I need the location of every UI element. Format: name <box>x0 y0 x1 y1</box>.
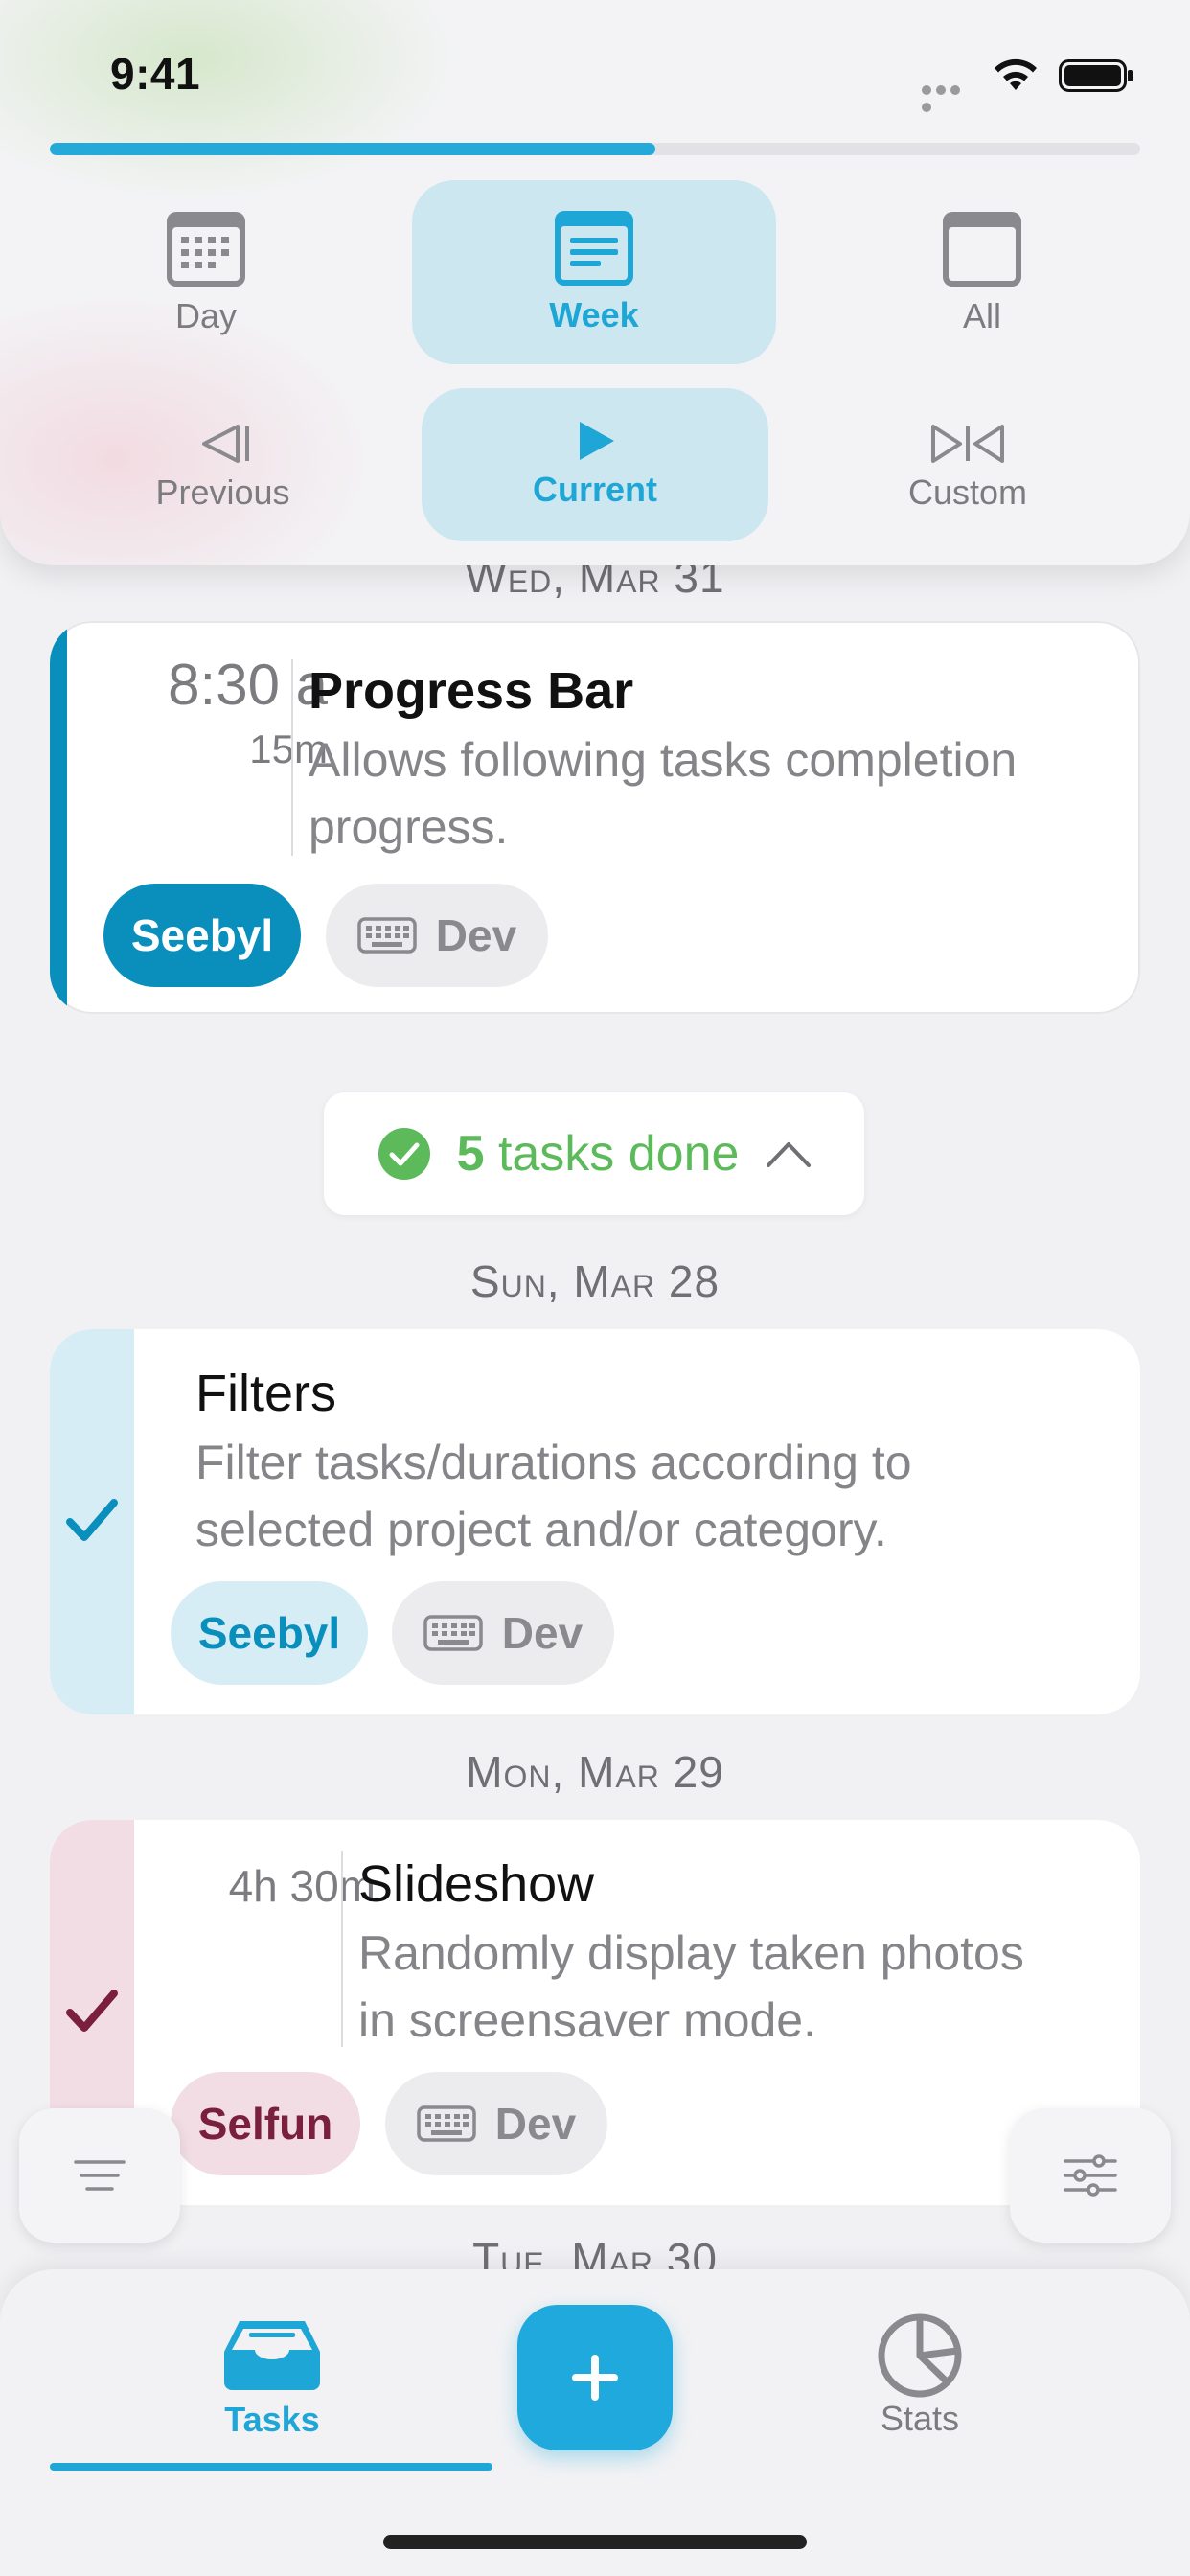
sort-lines-icon <box>74 2160 126 2191</box>
period-previous-label: Previous <box>155 472 290 512</box>
check-circle-icon <box>378 1128 430 1180</box>
week-progress-fill <box>50 143 655 155</box>
battery-icon <box>1059 59 1133 92</box>
signal-dots-icon <box>922 82 977 112</box>
home-indicator <box>383 2535 807 2549</box>
calendar-grid-icon <box>167 212 245 287</box>
project-tag[interactable]: Seebyl <box>103 884 301 987</box>
task-description-line: in screensaver mode. <box>358 1993 817 2047</box>
task-title: Filters <box>195 1365 336 1422</box>
calendar-empty-icon <box>943 212 1021 287</box>
tab-stats[interactable]: Stats <box>839 2312 1000 2439</box>
task-description-line: Filter tasks/durations according to <box>195 1436 912 1489</box>
task-card[interactable]: 4h 30m Slideshow Randomly display taken … <box>50 1820 1140 2205</box>
keyboard-icon <box>417 2105 476 2142</box>
task-description-line: progress. <box>309 800 509 854</box>
category-tag[interactable]: Dev <box>392 1581 614 1685</box>
category-label: Dev <box>435 910 517 960</box>
previous-icon <box>201 424 249 463</box>
period-custom-label: Custom <box>907 472 1028 512</box>
category-label: Dev <box>501 1608 584 1658</box>
tab-tasks[interactable]: Tasks <box>192 2319 353 2440</box>
tab-active-indicator <box>50 2463 492 2471</box>
period-custom-button[interactable]: Custom <box>867 393 1068 541</box>
checkmark-icon <box>66 1499 118 1541</box>
task-title: Progress Bar <box>309 662 634 720</box>
play-icon <box>580 422 614 460</box>
project-tag[interactable]: Selfun <box>171 2072 360 2175</box>
scope-all-label: All <box>962 296 1001 335</box>
scope-day-button[interactable]: Day <box>105 182 307 364</box>
keyboard-icon <box>423 1615 483 1651</box>
done-count: 5 <box>456 1126 485 1182</box>
status-time: 9:41 <box>110 49 201 99</box>
task-description-line: selected project and/or category. <box>195 1503 887 1556</box>
task-description: Filter tasks/durations according to sele… <box>195 1429 912 1563</box>
task-start-time: 8:30 a <box>168 653 328 717</box>
date-header: Sun, Mar 28 <box>469 1256 721 1306</box>
tasks-done-toggle[interactable]: 5 tasks done <box>324 1092 864 1215</box>
divider <box>341 1851 343 2047</box>
task-duration: 15m <box>249 726 328 771</box>
project-color-strip <box>50 621 67 1014</box>
plus-icon <box>572 2355 618 2401</box>
scope-all-button[interactable]: All <box>881 182 1083 364</box>
category-label: Dev <box>494 2099 577 2149</box>
sliders-icon <box>1064 2154 1117 2196</box>
checkmark-icon <box>66 1990 118 2032</box>
range-header: 9:41 Day Week All Previous Current Custo… <box>0 0 1190 565</box>
custom-range-icon <box>931 424 1004 463</box>
task-title: Slideshow <box>358 1855 595 1913</box>
scope-day-label: Day <box>174 296 238 335</box>
calendar-week-icon <box>555 211 633 286</box>
scope-week-label: Week <box>549 295 639 334</box>
sort-button[interactable] <box>19 2108 180 2242</box>
add-task-button[interactable] <box>517 2305 673 2450</box>
category-tag[interactable]: Dev <box>385 2072 607 2175</box>
inbox-tray-icon <box>224 2321 320 2390</box>
date-header: Mon, Mar 29 <box>466 1747 724 1797</box>
period-current-button[interactable]: Current <box>422 388 768 541</box>
wifi-icon <box>995 58 1037 90</box>
keyboard-icon <box>357 917 417 954</box>
task-description-line: Allows following tasks completion <box>309 733 1018 787</box>
filter-button[interactable] <box>1010 2108 1171 2242</box>
background-glow <box>0 0 460 201</box>
done-text: tasks done <box>497 1126 740 1182</box>
done-strip[interactable] <box>50 1329 134 1714</box>
task-description-line: Randomly display taken photos <box>358 1926 1024 1980</box>
tab-tasks-label: Tasks <box>224 2400 320 2439</box>
divider <box>291 659 293 856</box>
week-progress-bar <box>50 143 1140 155</box>
task-description: Randomly display taken photos in screens… <box>358 1920 1024 2054</box>
category-tag[interactable]: Dev <box>326 884 548 987</box>
chevron-up-icon <box>767 1142 812 1167</box>
period-current-label: Current <box>532 470 657 509</box>
scope-week-button[interactable]: Week <box>412 180 776 364</box>
pie-chart-icon <box>878 2313 962 2398</box>
task-description: Allows following tasks completion progre… <box>309 726 1017 861</box>
task-card[interactable]: 8:30 a 15m Progress Bar Allows following… <box>50 621 1140 1014</box>
period-previous-button[interactable]: Previous <box>125 393 321 541</box>
tab-stats-label: Stats <box>880 2399 960 2438</box>
task-card[interactable]: Filters Filter tasks/durations according… <box>50 1329 1140 1714</box>
project-tag[interactable]: Seebyl <box>171 1581 368 1685</box>
